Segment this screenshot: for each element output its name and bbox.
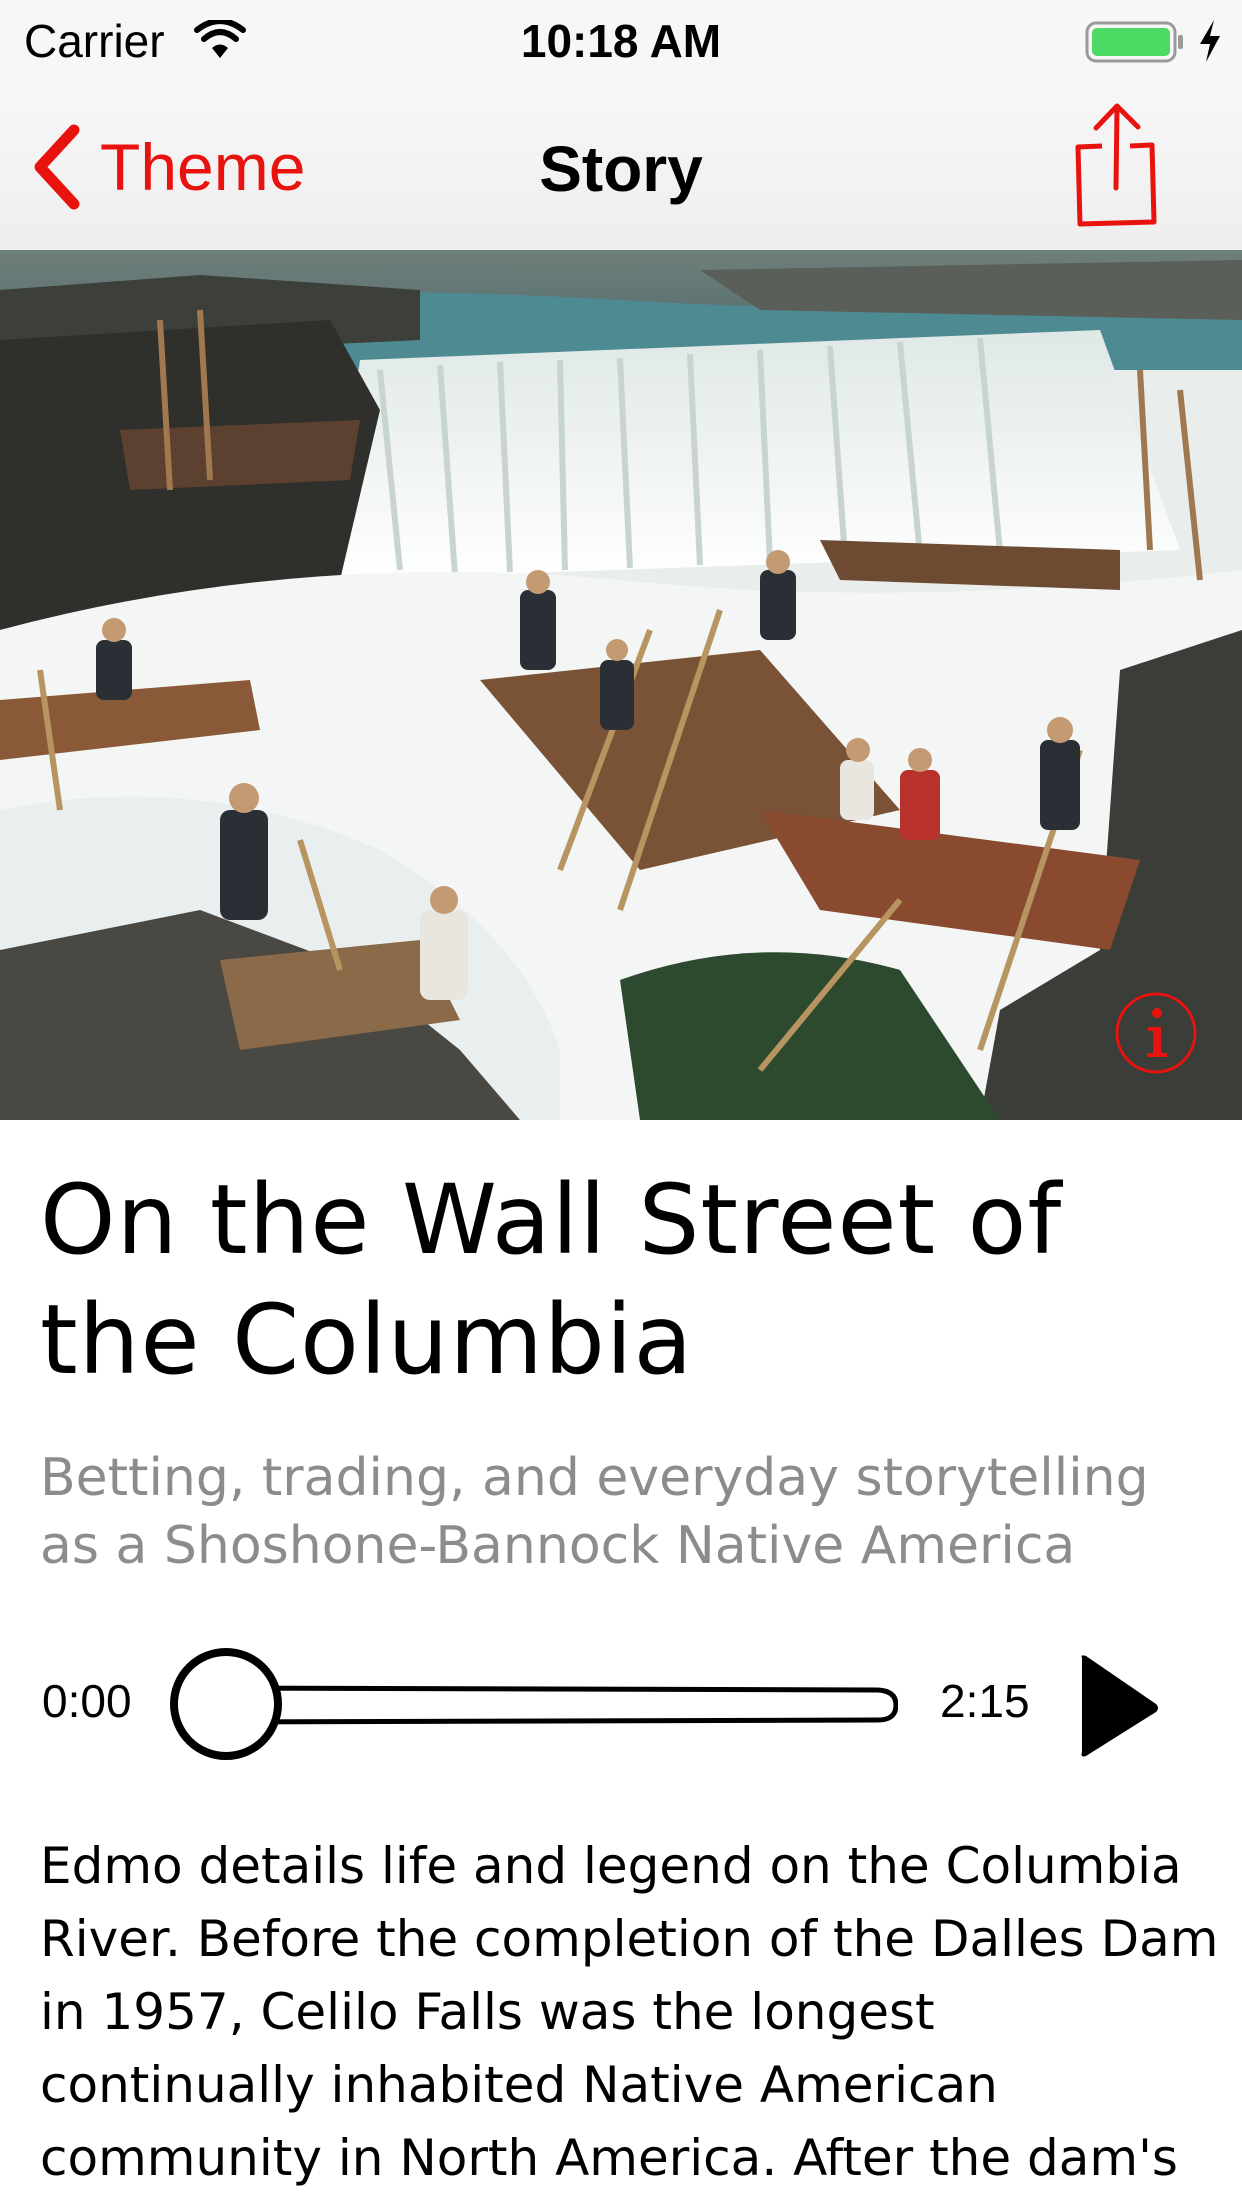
play-icon[interactable] [1076,1650,1160,1762]
story-body: Edmo details life and legend on the Colu… [40,1837,1219,2208]
battery-icon [1085,21,1183,63]
status-bar: Carrier 10:18 AM [0,0,1242,84]
share-icon[interactable] [1072,100,1162,230]
story-subtitle: Betting, trading, and everyday storytell… [40,1448,1149,1576]
hero-image [0,250,1242,1120]
current-time-label: 0:00 [42,1675,132,1727]
progress-slider[interactable] [168,1642,898,1770]
info-icon[interactable] [1114,991,1198,1075]
story-screen: Carrier 10:18 AM Theme Story On the Wall… [0,0,1242,2208]
page-title: Story [539,133,703,205]
slider-thumb[interactable] [170,1648,282,1760]
story-title: On the Wall Street of the Columbia [40,1164,1063,1396]
navigation-bar: Theme Story [0,84,1242,252]
duration-label: 2:15 [940,1675,1030,1727]
status-time: 10:18 AM [520,15,722,67]
audio-player: 0:00 2:15 [0,1630,1242,1780]
charging-icon [1200,20,1220,62]
